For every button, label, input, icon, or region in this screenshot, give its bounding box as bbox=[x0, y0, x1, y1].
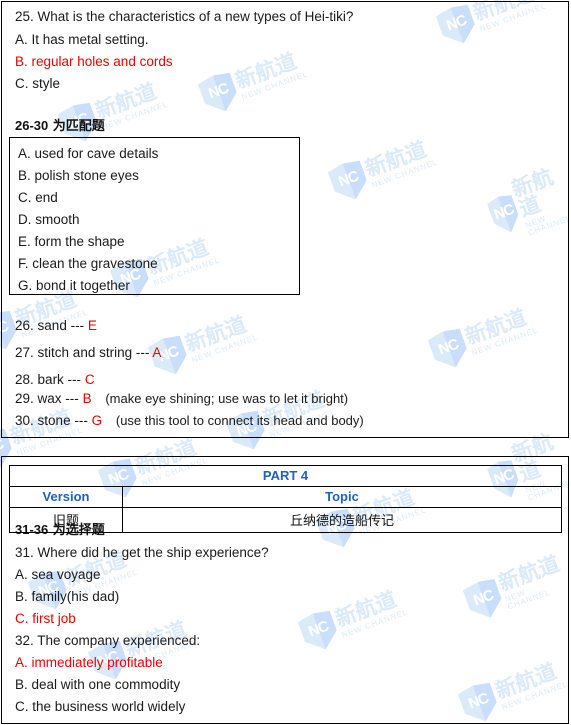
page-section-part4: PART 4 Version Topic 旧题 丘纳德的造船传记 31-36 为… bbox=[1, 456, 569, 724]
matching-answer-number: 26. bbox=[15, 318, 34, 333]
matching-answer-number: 28. bbox=[15, 372, 34, 387]
matching-answer-row: 29. wax --- B (make eye shining; use was… bbox=[15, 392, 348, 406]
matching-answer-term: stitch and string --- bbox=[37, 345, 150, 360]
matching-heading-range: 26-30 bbox=[15, 118, 49, 133]
matching-answer-number: 30. bbox=[15, 413, 34, 428]
matching-answer-letter: G bbox=[91, 413, 103, 428]
question-25-option-b[interactable]: B. regular holes and cords bbox=[15, 55, 173, 69]
cell-version: 旧题 bbox=[9, 507, 123, 533]
matching-answer-term: wax --- bbox=[37, 391, 79, 406]
question-31-option-c[interactable]: C. first job bbox=[15, 612, 76, 626]
matching-option-b[interactable]: B. polish stone eyes bbox=[18, 169, 139, 183]
question-32-stem: 32. The company experienced: bbox=[15, 633, 201, 648]
question-25-stem: 25. What is the characteristics of a new… bbox=[15, 9, 354, 24]
matching-answer-row: 26. sand --- E bbox=[15, 319, 97, 333]
matching-answer-term: stone --- bbox=[37, 413, 88, 428]
question-32-option-a[interactable]: A. immediately profitable bbox=[15, 656, 163, 670]
matching-options-box: A. used for cave details B. polish stone… bbox=[9, 137, 300, 295]
matching-answer-number: 27. bbox=[15, 345, 34, 360]
question-32-option-b[interactable]: B. deal with one commodity bbox=[15, 678, 180, 692]
question-31-option-a[interactable]: A. sea voyage bbox=[15, 568, 101, 582]
question-31-option-b[interactable]: B. family(his dad) bbox=[15, 590, 119, 604]
matching-answer-letter: A bbox=[152, 345, 162, 360]
matching-answer-letter: C bbox=[84, 372, 95, 387]
matching-option-g[interactable]: G. bond it together bbox=[18, 279, 130, 293]
matching-answer-row: 28. bark --- C bbox=[15, 373, 95, 387]
matching-answer-term: bark --- bbox=[37, 372, 82, 387]
matching-option-c[interactable]: C. end bbox=[18, 191, 58, 205]
part4-header-row: Version Topic bbox=[9, 486, 562, 508]
part4-data-row: 旧题 丘纳德的造船传记 bbox=[9, 507, 562, 533]
matching-answer-letter: B bbox=[82, 391, 92, 406]
matching-option-e[interactable]: E. form the shape bbox=[18, 235, 125, 249]
column-header-topic: Topic bbox=[122, 486, 562, 508]
matching-heading-text: 为匹配题 bbox=[48, 119, 105, 134]
matching-answer-row: 30. stone --- G (use this tool to connec… bbox=[15, 414, 364, 428]
matching-option-d[interactable]: D. smooth bbox=[18, 213, 80, 227]
matching-answer-note: (make eye shining; use was to let it bri… bbox=[105, 391, 349, 406]
matching-answer-note: (use this tool to connect its head and b… bbox=[115, 413, 364, 428]
matching-answer-letter: E bbox=[87, 318, 97, 333]
question-32-option-c[interactable]: C. the business world widely bbox=[15, 700, 185, 714]
matching-answer-number: 29. bbox=[15, 391, 34, 406]
part4-table: PART 4 Version Topic 旧题 丘纳德的造船传记 bbox=[9, 465, 562, 533]
matching-answer-term: sand --- bbox=[37, 318, 85, 333]
question-25-option-a[interactable]: A. It has metal setting. bbox=[15, 33, 149, 47]
part4-title-row: PART 4 bbox=[9, 465, 562, 487]
matching-answer-row: 27. stitch and string --- A bbox=[15, 346, 161, 360]
part4-title: PART 4 bbox=[9, 465, 562, 487]
matching-option-a[interactable]: A. used for cave details bbox=[18, 147, 158, 161]
cell-topic: 丘纳德的造船传记 bbox=[122, 507, 562, 533]
column-header-version: Version bbox=[9, 486, 123, 508]
page-section-part3: 25. What is the characteristics of a new… bbox=[1, 1, 569, 438]
question-25-option-c[interactable]: C. style bbox=[15, 77, 60, 91]
question-31-stem: 31. Where did he get the ship experience… bbox=[15, 545, 269, 560]
matching-heading: 26-30 为匹配题 bbox=[15, 119, 105, 133]
matching-option-f[interactable]: F. clean the gravestone bbox=[18, 257, 158, 271]
